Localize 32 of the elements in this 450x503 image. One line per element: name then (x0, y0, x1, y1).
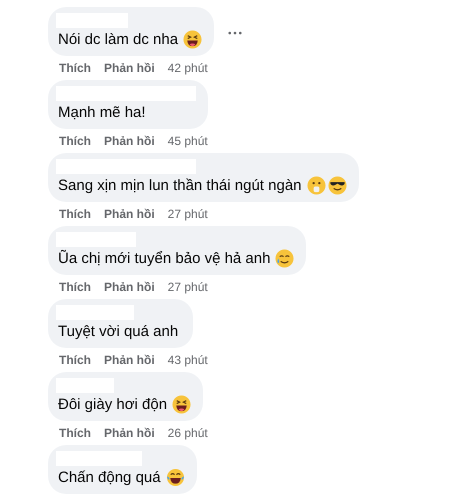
comment-time[interactable]: 27 phút (168, 279, 208, 295)
like-link[interactable]: Thích (59, 133, 91, 149)
laughing-emoji-icon (183, 30, 202, 49)
reply-link[interactable]: Phản hồi (104, 206, 155, 222)
more-options-icon[interactable] (228, 31, 242, 35)
like-link[interactable]: Thích (59, 206, 91, 222)
comment-text: Đôi giày hơi độn (58, 395, 168, 414)
comment-time[interactable]: 43 phút (168, 352, 208, 368)
sunglasses-emoji-icon (328, 176, 347, 195)
comment-text: Mạnh mẽ ha! (58, 103, 146, 122)
like-link[interactable]: Thích (59, 60, 91, 76)
hand-over-mouth-emoji-icon (306, 176, 326, 195)
comment-text: Tuyệt vời quá anh (58, 322, 178, 341)
tears-of-joy-emoji-icon (166, 468, 185, 487)
laughing-emoji-icon (172, 395, 192, 414)
reply-link[interactable]: Phản hồi (104, 352, 155, 368)
comment-text: Nói dc làm dc nha (58, 30, 178, 49)
comment-time[interactable]: 27 phút (168, 206, 208, 222)
comment-time[interactable]: 42 phút (168, 60, 208, 76)
reply-link[interactable]: Phản hồi (104, 133, 155, 149)
comment-text: Chấn động quá (58, 468, 161, 487)
comment-time[interactable]: 26 phút (168, 425, 208, 441)
comment-text: Sang xịn mịn lun thần thái ngút ngàn (58, 176, 302, 195)
reply-link[interactable]: Phản hồi (104, 60, 155, 76)
reply-link[interactable]: Phản hồi (104, 279, 155, 295)
reply-link[interactable]: Phản hồi (104, 425, 155, 441)
like-link[interactable]: Thích (59, 425, 91, 441)
smiling-with-tear-emoji-icon (275, 249, 294, 268)
comment-time[interactable]: 45 phút (168, 133, 208, 149)
like-link[interactable]: Thích (59, 279, 91, 295)
comment-text: Ũa chị mới tuyển bảo vệ hả anh (58, 249, 270, 268)
like-link[interactable]: Thích (59, 352, 91, 368)
